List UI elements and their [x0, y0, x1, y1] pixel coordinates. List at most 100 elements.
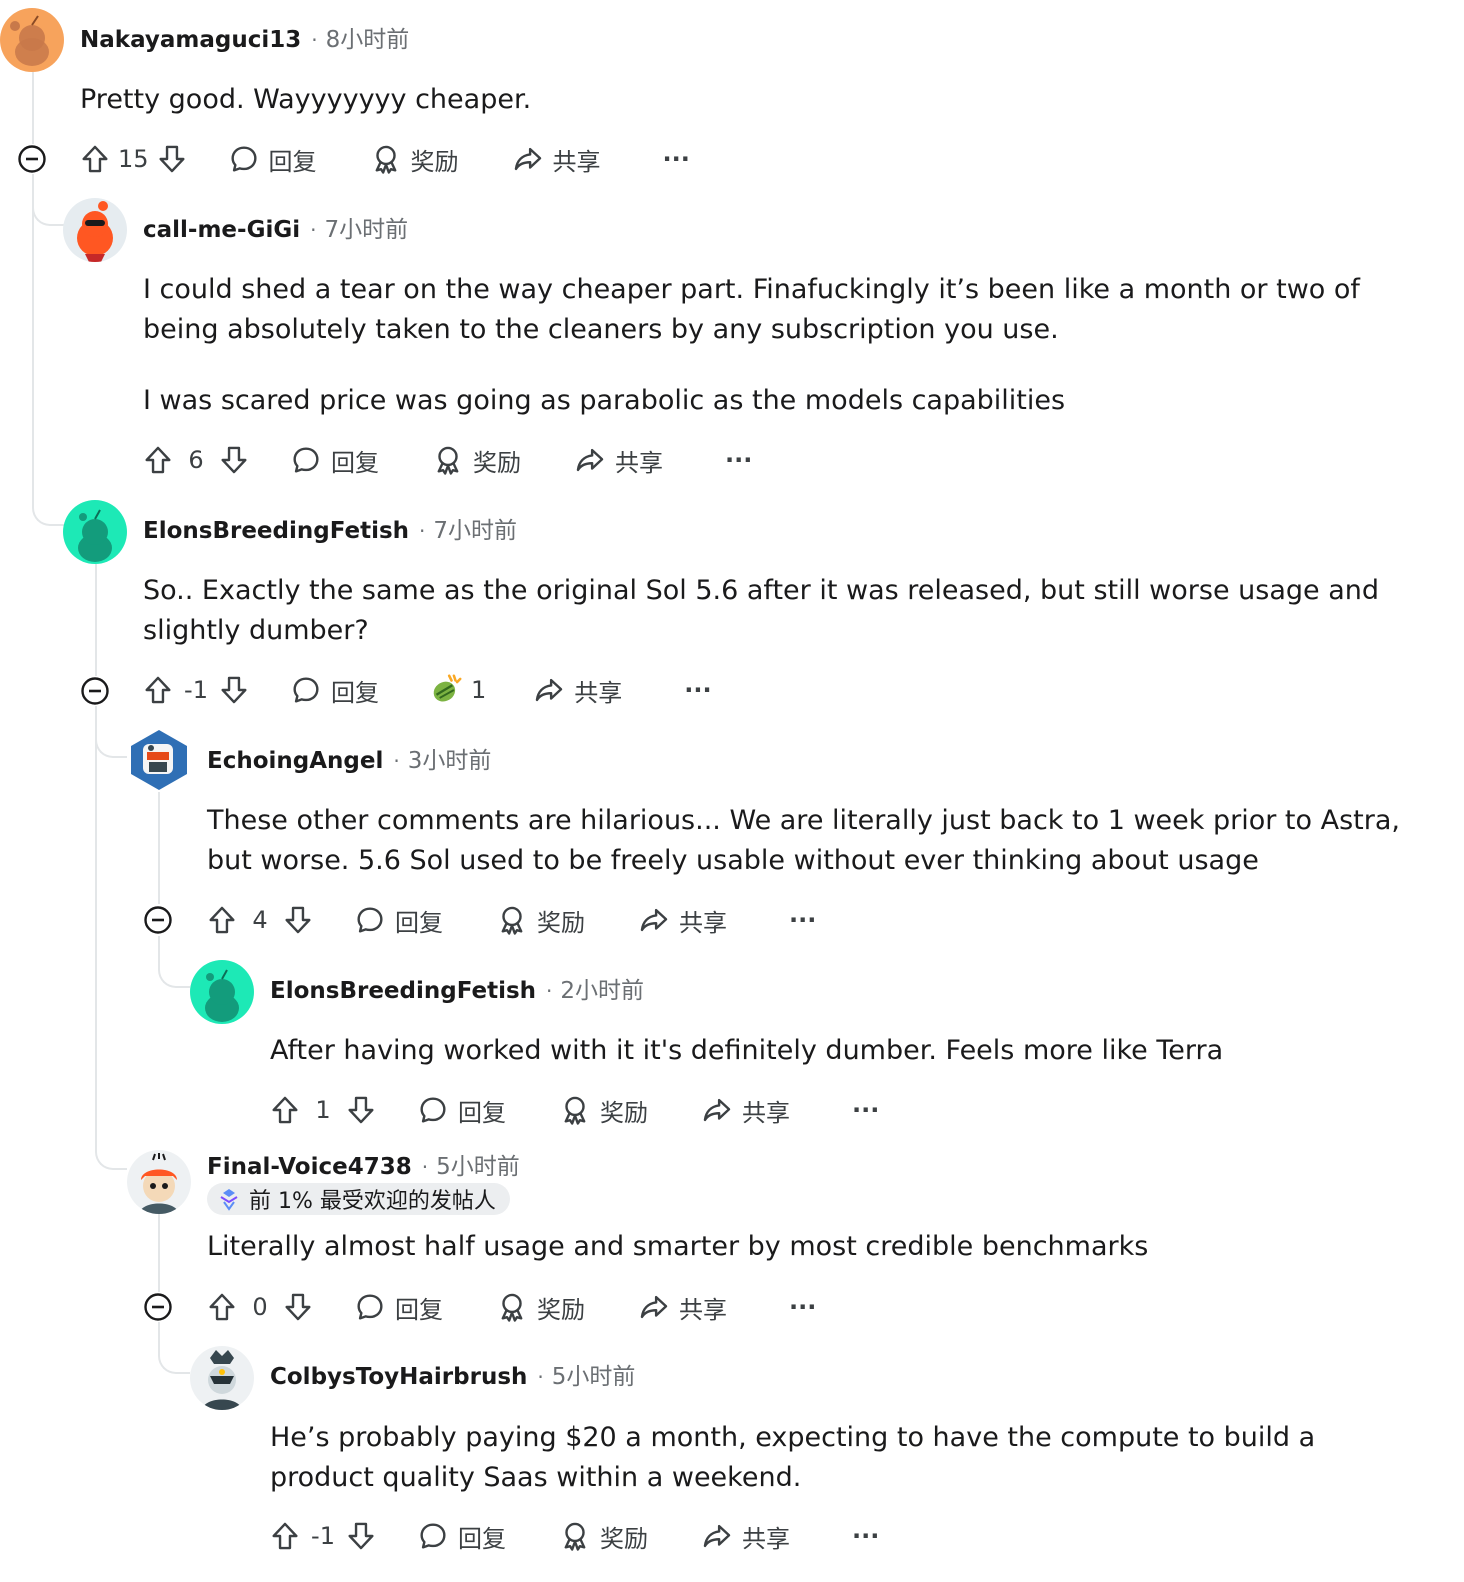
avatar[interactable] [190, 1346, 254, 1410]
username[interactable]: Final-Voice4738 [207, 1154, 412, 1180]
downvote-button[interactable] [281, 898, 315, 942]
comment-paragraph: I was scared price was going as paraboli… [143, 385, 1066, 416]
collapse-thread-icon[interactable] [143, 905, 173, 935]
share-icon [536, 678, 563, 702]
comment-body: So.. Exactly the same as the original So… [143, 571, 1433, 651]
share-button[interactable]: 共享 [637, 1285, 727, 1329]
comment-bubble-icon [293, 447, 319, 473]
downvote-button[interactable] [281, 1285, 315, 1329]
award-button[interactable]: 奖励 [558, 1088, 648, 1132]
downvote-button[interactable] [217, 668, 251, 712]
avatar[interactable] [127, 728, 191, 792]
action-bar: 1 回复 奖励 共享 ··· [268, 1088, 879, 1132]
vote-count: 6 [188, 446, 204, 474]
more-options-button[interactable]: ··· [789, 898, 816, 942]
share-icon [703, 1098, 731, 1122]
collapse-thread-icon[interactable] [80, 676, 110, 706]
thread-line[interactable] [95, 564, 97, 676]
timestamp[interactable]: 5小时前 [552, 1357, 636, 1391]
user-flair-badge[interactable]: 前 1% 最受欢迎的发帖人 [207, 1183, 510, 1215]
award-label: 奖励 [600, 1524, 648, 1553]
timestamp[interactable]: 3小时前 [408, 741, 492, 775]
upvote-icon [82, 145, 108, 173]
reply-button[interactable]: 回复 [289, 668, 379, 712]
comment-body: Literally almost half usage and smarter … [207, 1227, 1437, 1267]
award-button[interactable]: 奖励 [495, 898, 585, 942]
downvote-icon [159, 145, 185, 173]
reply-label: 回复 [458, 1098, 506, 1127]
downvote-icon [348, 1096, 374, 1124]
upvote-button[interactable] [141, 438, 175, 482]
upvote-button[interactable] [205, 1285, 239, 1329]
reply-button[interactable]: 回复 [227, 137, 317, 181]
username[interactable]: Nakayamaguci13 [80, 27, 301, 53]
more-options-button[interactable]: ··· [684, 668, 711, 712]
timestamp[interactable]: 2小时前 [560, 971, 644, 1005]
comment-meta: ElonsBreedingFetish · 2小时前 [270, 971, 644, 1005]
gold-award-icon [433, 674, 462, 702]
meta-separator: · [311, 28, 318, 52]
share-button[interactable]: 共享 [700, 1514, 790, 1558]
username[interactable]: ElonsBreedingFetish [143, 518, 409, 544]
reply-button[interactable]: 回复 [416, 1514, 506, 1558]
comment-meta: call-me-GiGi · 7小时前 [143, 210, 408, 244]
avatar[interactable] [127, 1150, 191, 1214]
award-button[interactable]: 奖励 [558, 1514, 648, 1558]
share-label: 共享 [574, 678, 623, 707]
reply-label: 回复 [395, 1295, 443, 1324]
thread-line[interactable] [32, 72, 34, 144]
timestamp[interactable]: 7小时前 [324, 210, 408, 244]
downvote-button[interactable] [344, 1514, 378, 1558]
upvote-icon [145, 676, 171, 704]
share-button[interactable]: 共享 [573, 438, 663, 482]
share-button[interactable]: 共享 [511, 137, 601, 181]
downvote-button[interactable] [217, 438, 251, 482]
upvote-button[interactable] [205, 898, 239, 942]
upvote-button[interactable] [268, 1088, 302, 1132]
reply-button[interactable]: 回复 [353, 1285, 443, 1329]
more-options-button[interactable]: ··· [725, 438, 752, 482]
avatar[interactable] [63, 198, 127, 262]
downvote-button[interactable] [344, 1088, 378, 1132]
comment-paragraph: So.. Exactly the same as the original So… [143, 575, 1380, 646]
share-button[interactable]: 共享 [637, 898, 727, 942]
meta-separator: · [421, 1155, 429, 1179]
username[interactable]: ColbysToyHairbrush [270, 1364, 527, 1390]
more-options-button[interactable]: ··· [852, 1088, 879, 1132]
upvote-button[interactable] [141, 668, 175, 712]
share-button[interactable]: 共享 [532, 668, 622, 712]
more-options-button[interactable]: ··· [663, 137, 690, 181]
reply-button[interactable]: 回复 [416, 1088, 506, 1132]
more-options-button[interactable]: ··· [852, 1514, 879, 1558]
avatar[interactable] [63, 500, 127, 564]
thread-line[interactable] [158, 792, 160, 904]
meta-separator: · [310, 218, 317, 242]
timestamp[interactable]: 8小时前 [326, 20, 410, 54]
username[interactable]: call-me-GiGi [143, 217, 300, 243]
comment-paragraph: Literally almost half usage and smarter … [207, 1231, 1149, 1262]
share-button[interactable]: 共享 [700, 1088, 790, 1132]
timestamp[interactable]: 7小时前 [433, 511, 517, 545]
collapse-thread-icon[interactable] [17, 144, 47, 174]
reply-button[interactable]: 回复 [289, 438, 379, 482]
upvote-button[interactable] [78, 137, 112, 181]
avatar[interactable] [190, 960, 254, 1024]
thread-line[interactable] [158, 1214, 160, 1292]
username[interactable]: ElonsBreedingFetish [270, 978, 536, 1004]
award-button[interactable]: 1 [427, 668, 486, 712]
reply-label: 回复 [331, 678, 379, 707]
award-button[interactable]: 奖励 [495, 1285, 585, 1329]
award-button[interactable]: 奖励 [431, 438, 521, 482]
comment-meta: ElonsBreedingFetish · 7小时前 [143, 511, 517, 545]
collapse-thread-icon[interactable] [143, 1292, 173, 1322]
reply-button[interactable]: 回复 [353, 898, 443, 942]
username[interactable]: EchoingAngel [207, 748, 383, 774]
timestamp[interactable]: 5小时前 [436, 1147, 520, 1181]
more-options-button[interactable]: ··· [789, 1285, 816, 1329]
avatar[interactable] [0, 8, 64, 72]
share-label: 共享 [679, 908, 727, 937]
downvote-button[interactable] [155, 137, 189, 181]
upvote-button[interactable] [268, 1514, 302, 1558]
award-button[interactable]: 奖励 [369, 137, 459, 181]
action-bar: -1 回复 奖励 共享 ··· [268, 1514, 879, 1558]
